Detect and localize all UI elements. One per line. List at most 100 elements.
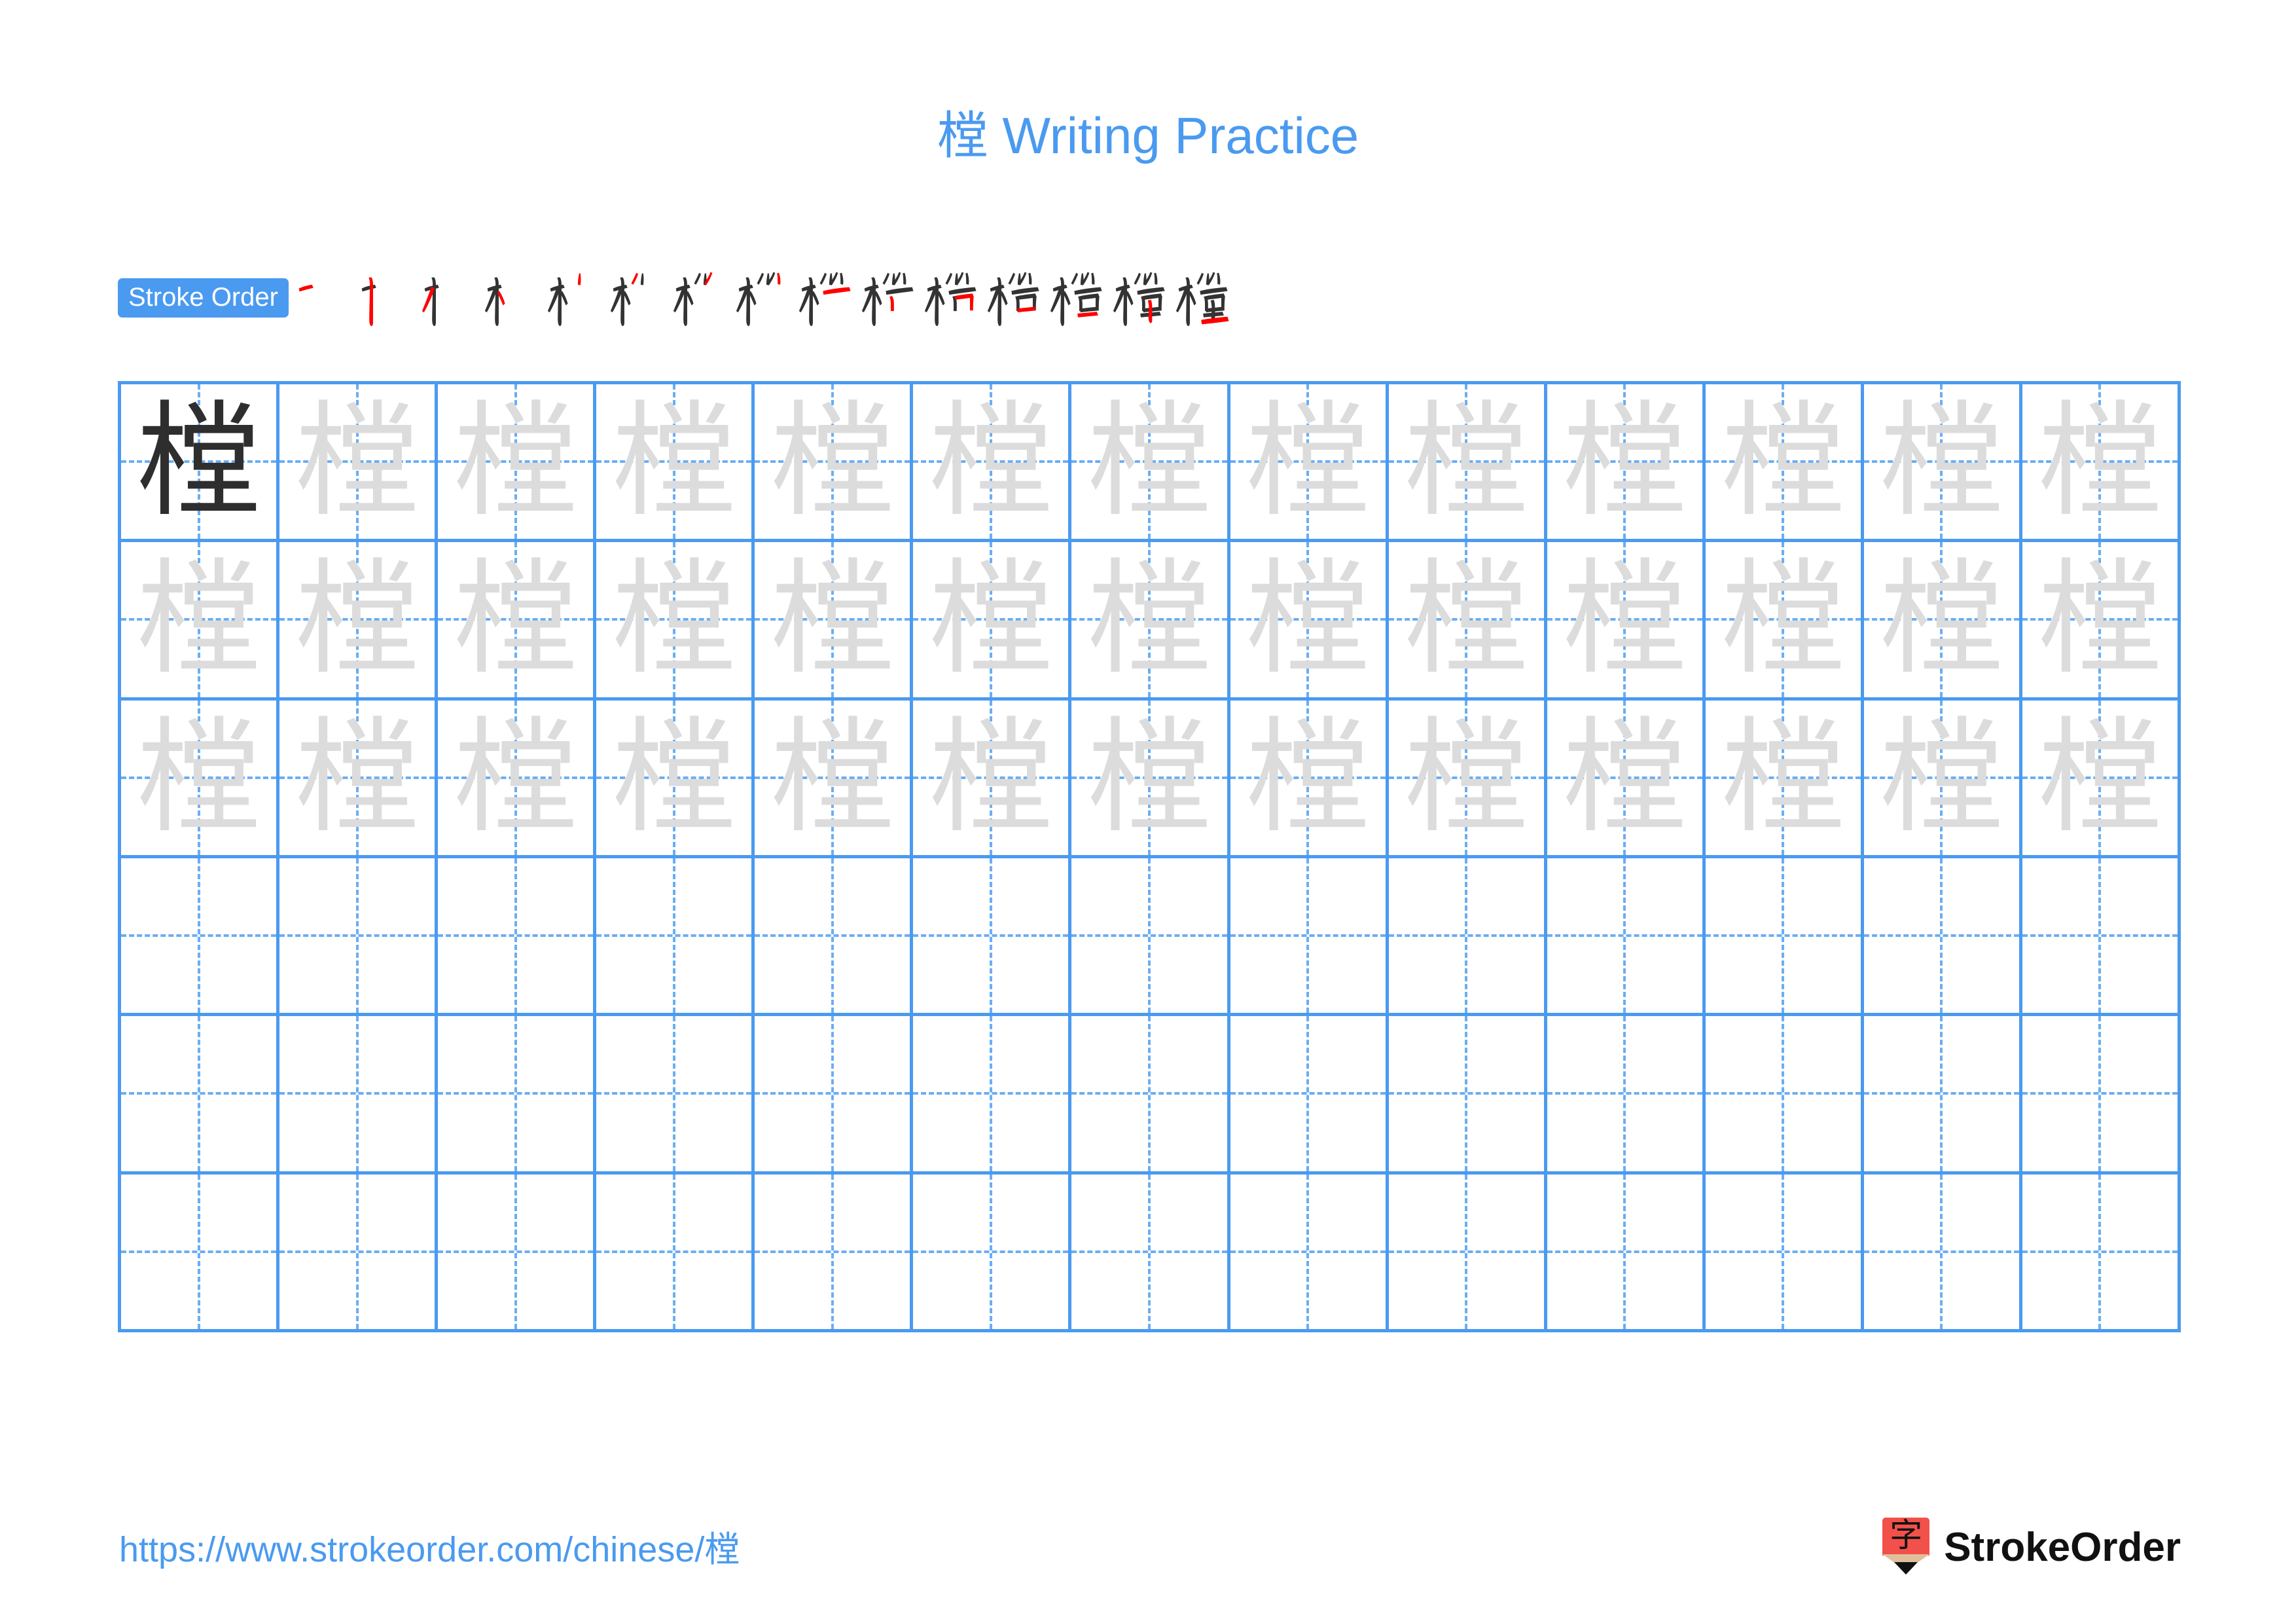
practice-cell[interactable]: 樘 xyxy=(121,384,280,543)
pencil-zi-glyph: 字 xyxy=(1890,1516,1923,1554)
practice-cell[interactable] xyxy=(279,1174,439,1332)
practice-cell[interactable] xyxy=(121,858,280,1017)
practice-cell[interactable]: 樘 xyxy=(596,542,755,701)
practice-cell[interactable]: 樘 xyxy=(1863,700,2022,858)
practice-cell[interactable] xyxy=(2022,858,2181,1017)
stroke-frame-glyph xyxy=(673,272,713,326)
practice-cell[interactable] xyxy=(1863,1174,2022,1332)
practice-cell[interactable] xyxy=(755,858,914,1017)
footer-url-link[interactable]: https://www.strokeorder.com/chinese/樘 xyxy=(119,1532,740,1567)
tracing-character: 樘 xyxy=(1562,704,1687,850)
practice-cell[interactable] xyxy=(279,858,439,1017)
practice-cell[interactable] xyxy=(1705,1016,1864,1175)
practice-cell[interactable]: 樘 xyxy=(1230,542,1389,701)
practice-cell[interactable] xyxy=(438,1174,597,1332)
stroke-2 xyxy=(871,277,876,326)
stroke-frame-glyph xyxy=(1113,272,1165,326)
practice-cell[interactable] xyxy=(1705,1174,1864,1332)
practice-cell[interactable]: 樘 xyxy=(1547,700,1706,858)
practice-cell[interactable]: 樘 xyxy=(2022,384,2181,543)
practice-cell[interactable]: 樘 xyxy=(279,700,439,858)
practice-cell[interactable]: 樘 xyxy=(1547,384,1706,543)
practice-cell[interactable] xyxy=(1388,1016,1547,1175)
tracing-character: 樘 xyxy=(1721,704,1846,850)
practice-cell[interactable]: 樘 xyxy=(1388,542,1547,701)
practice-cell[interactable] xyxy=(1388,858,1547,1017)
practice-cell[interactable]: 樘 xyxy=(279,384,439,543)
practice-cell[interactable]: 樘 xyxy=(1388,700,1547,858)
stroke-frame-glyph xyxy=(298,284,314,292)
stroke-6 xyxy=(1134,272,1141,285)
practice-cell[interactable] xyxy=(1388,1174,1547,1332)
practice-cell[interactable]: 樘 xyxy=(1230,700,1389,858)
stroke-frame-6 xyxy=(608,259,671,337)
practice-cell[interactable]: 樘 xyxy=(755,384,914,543)
practice-cell[interactable]: 樘 xyxy=(596,700,755,858)
practice-cell[interactable] xyxy=(1071,1174,1230,1332)
practice-cell[interactable] xyxy=(913,1174,1072,1332)
practice-cell[interactable]: 樘 xyxy=(1705,542,1864,701)
practice-cell[interactable] xyxy=(913,858,1072,1017)
practice-cell[interactable]: 樘 xyxy=(1863,384,2022,543)
practice-cell[interactable] xyxy=(121,1016,280,1175)
tracing-character: 樘 xyxy=(2037,389,2162,534)
practice-cell[interactable] xyxy=(1547,1174,1706,1332)
stroke-12 xyxy=(1016,306,1036,313)
practice-cell[interactable]: 樘 xyxy=(1863,542,2022,701)
tracing-character: 樘 xyxy=(1562,389,1687,534)
practice-cell[interactable]: 樘 xyxy=(596,384,755,543)
stroke-1 xyxy=(361,284,376,292)
practice-cell[interactable]: 樘 xyxy=(121,542,280,701)
stroke-11 xyxy=(954,293,974,311)
stroke-1 xyxy=(298,284,314,292)
practice-cell[interactable]: 樘 xyxy=(1705,384,1864,543)
practice-cell[interactable] xyxy=(1230,858,1389,1017)
practice-cell[interactable] xyxy=(438,858,597,1017)
practice-cell[interactable]: 樘 xyxy=(438,384,597,543)
tracing-character: 樘 xyxy=(1721,547,1846,692)
practice-cell[interactable] xyxy=(121,1174,280,1332)
practice-cell[interactable] xyxy=(1547,1016,1706,1175)
practice-cell[interactable] xyxy=(1230,1174,1389,1332)
practice-cell[interactable]: 樘 xyxy=(121,700,280,858)
stroke-frame-glyph xyxy=(361,277,376,326)
practice-cell[interactable]: 樘 xyxy=(1071,700,1230,858)
practice-cell[interactable]: 樘 xyxy=(755,700,914,858)
practice-cell[interactable]: 樘 xyxy=(1071,384,1230,543)
practice-cell[interactable]: 樘 xyxy=(1547,542,1706,701)
practice-cell[interactable]: 樘 xyxy=(913,384,1072,543)
practice-cell[interactable] xyxy=(1547,858,1706,1017)
brand-logo[interactable]: 字 StrokeOrder xyxy=(1882,1518,2181,1578)
practice-cell[interactable] xyxy=(279,1016,439,1175)
practice-cell[interactable] xyxy=(1705,858,1864,1017)
practice-cell[interactable]: 樘 xyxy=(1388,384,1547,543)
practice-cell[interactable] xyxy=(755,1016,914,1175)
practice-cell[interactable]: 樘 xyxy=(913,542,1072,701)
practice-cell[interactable]: 樘 xyxy=(438,700,597,858)
practice-cell[interactable] xyxy=(596,858,755,1017)
practice-cell[interactable]: 樘 xyxy=(1230,384,1389,543)
practice-cell[interactable] xyxy=(1863,858,2022,1017)
practice-cell[interactable] xyxy=(2022,1016,2181,1175)
practice-cell[interactable]: 樘 xyxy=(1705,700,1864,858)
practice-cell[interactable]: 樘 xyxy=(279,542,439,701)
practice-row-4 xyxy=(121,858,2181,1017)
practice-cell[interactable] xyxy=(1071,1016,1230,1175)
practice-cell[interactable]: 樘 xyxy=(913,700,1072,858)
practice-cell[interactable] xyxy=(438,1016,597,1175)
practice-cell[interactable] xyxy=(1230,1016,1389,1175)
practice-cell[interactable]: 樘 xyxy=(438,542,597,701)
practice-cell[interactable]: 樘 xyxy=(2022,542,2181,701)
practice-cell[interactable] xyxy=(1071,858,1230,1017)
practice-cell[interactable] xyxy=(755,1174,914,1332)
stroke-12 xyxy=(1079,306,1099,313)
tracing-character: 樘 xyxy=(770,704,895,850)
practice-cell[interactable] xyxy=(596,1016,755,1175)
practice-cell[interactable] xyxy=(1863,1016,2022,1175)
practice-cell[interactable]: 樘 xyxy=(755,542,914,701)
practice-cell[interactable] xyxy=(596,1174,755,1332)
practice-cell[interactable]: 樘 xyxy=(1071,542,1230,701)
practice-cell[interactable]: 樘 xyxy=(2022,700,2181,858)
practice-cell[interactable] xyxy=(913,1016,1072,1175)
practice-cell[interactable] xyxy=(2022,1174,2181,1332)
